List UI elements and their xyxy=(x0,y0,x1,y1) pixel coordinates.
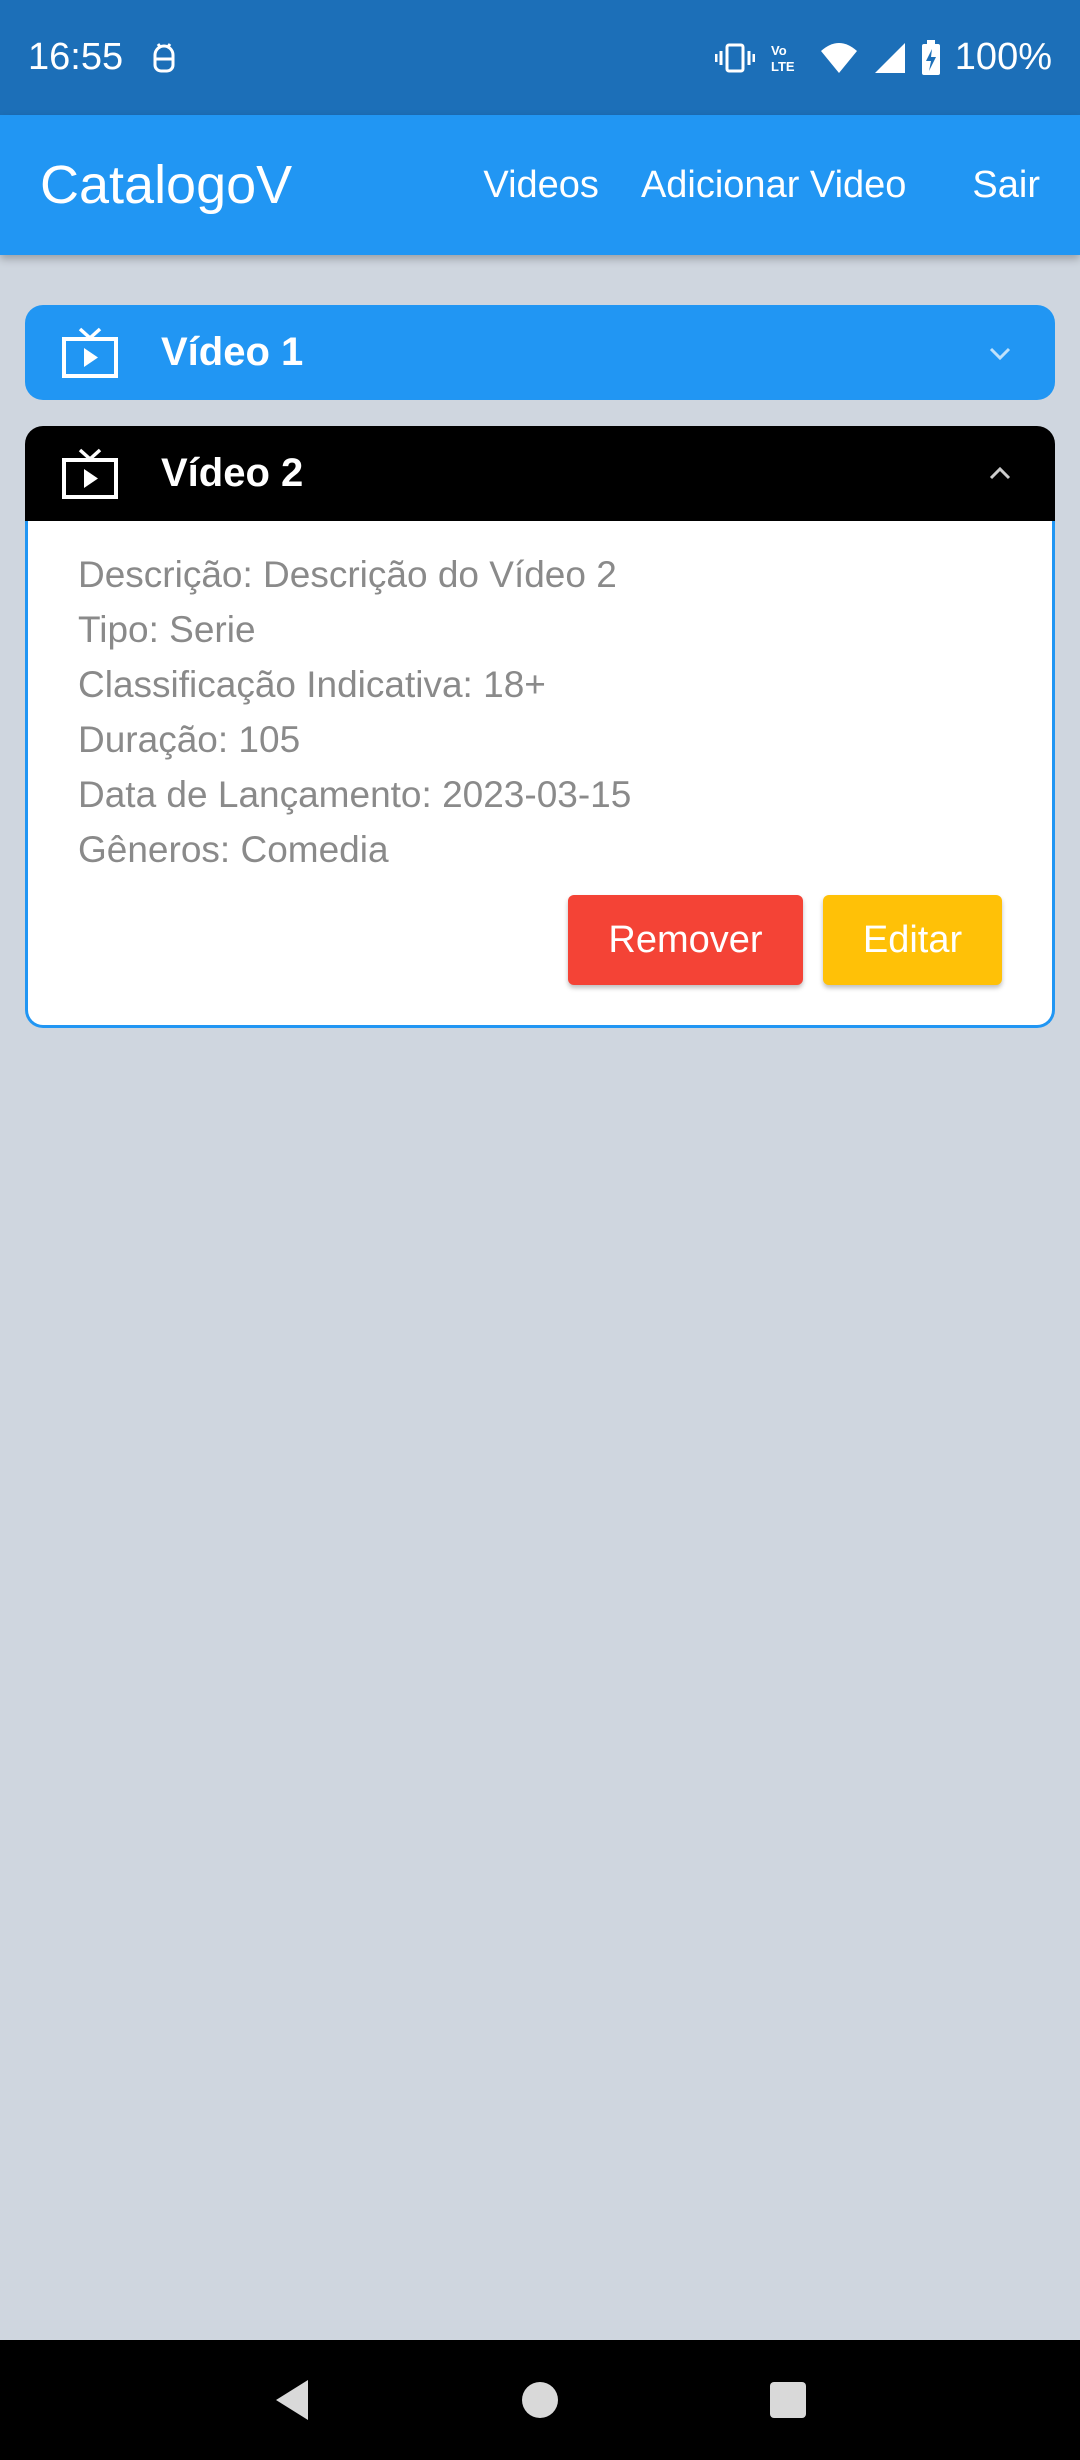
video-actions: Remover Editar xyxy=(78,895,1002,985)
nav-link-logout[interactable]: Sair xyxy=(972,164,1040,207)
system-nav-bar xyxy=(0,2340,1080,2460)
status-bar: 16:55 Vo LTE 100% xyxy=(0,0,1080,115)
nav-link-add-video[interactable]: Adicionar Video xyxy=(641,164,906,207)
chevron-up-icon xyxy=(989,466,1011,479)
battery-percent: 100% xyxy=(954,36,1052,78)
svg-text:LTE: LTE xyxy=(771,59,795,74)
video-genres: Gêneros: Comedia xyxy=(78,829,389,870)
edit-button[interactable]: Editar xyxy=(823,895,1002,985)
app-bar: CatalogoV Videos Adicionar Video Sair xyxy=(0,115,1080,255)
nav-link-videos[interactable]: Videos xyxy=(483,164,599,207)
top-nav: Videos Adicionar Video Sair xyxy=(441,164,1040,207)
video-list: Vídeo 1 Vídeo 2 Descrição: Descrição do … xyxy=(25,305,1055,1028)
status-time: 16:55 xyxy=(28,36,124,78)
video-title: Vídeo 2 xyxy=(161,451,304,495)
status-icons: Vo LTE 100% xyxy=(714,36,1052,79)
app-title: CatalogoV xyxy=(40,155,293,215)
home-icon xyxy=(522,2382,558,2418)
home-button[interactable] xyxy=(480,2340,600,2460)
video-panel-header-1[interactable]: Vídeo 1 xyxy=(25,305,1055,400)
video-type: Tipo: Serie xyxy=(78,609,256,650)
vibrate-icon xyxy=(714,43,755,72)
video-details-panel: Descrição: Descrição do Vídeo 2 Tipo: Se… xyxy=(25,521,1055,1028)
video-title: Vídeo 1 xyxy=(161,330,304,374)
chevron-down-icon xyxy=(989,347,1011,360)
svg-text:Vo: Vo xyxy=(771,43,787,58)
back-icon xyxy=(276,2380,308,2420)
signal-icon xyxy=(874,42,905,73)
android-debug-icon xyxy=(153,42,175,72)
battery-charging-icon xyxy=(921,39,940,75)
recents-icon xyxy=(770,2382,806,2418)
remove-button[interactable]: Remover xyxy=(568,895,803,985)
recents-button[interactable] xyxy=(728,2340,848,2460)
tv-icon xyxy=(62,327,118,378)
volte-icon: Vo LTE xyxy=(771,43,795,74)
video-release-date: Data de Lançamento: 2023-03-15 xyxy=(78,774,632,815)
video-rating: Classificação Indicativa: 18+ xyxy=(78,664,546,705)
tv-icon xyxy=(62,448,118,499)
wifi-icon xyxy=(820,42,857,73)
video-description: Descrição: Descrição do Vídeo 2 xyxy=(78,554,617,595)
video-duration: Duração: 105 xyxy=(78,719,301,760)
back-button[interactable] xyxy=(232,2340,352,2460)
video-panel-header-2[interactable]: Vídeo 2 xyxy=(25,426,1055,521)
